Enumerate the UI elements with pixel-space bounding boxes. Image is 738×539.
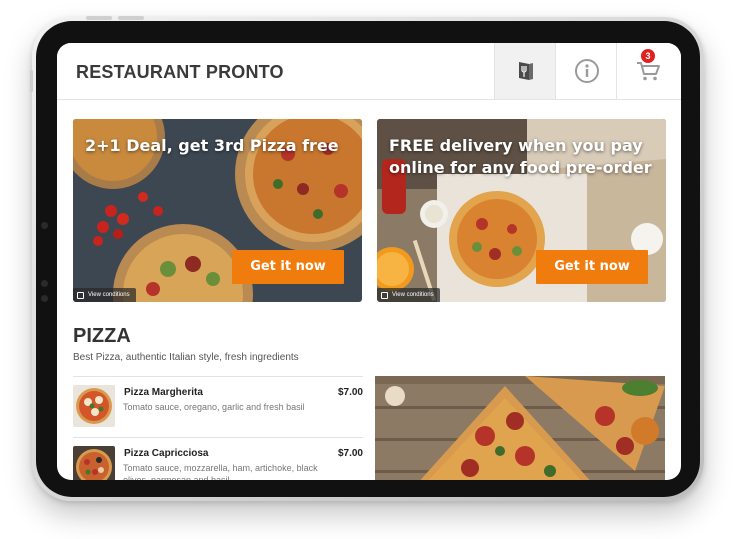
view-conditions-label: View conditions — [88, 292, 130, 298]
menu-book-icon — [518, 62, 533, 80]
view-conditions-link[interactable]: View conditions — [73, 288, 136, 302]
expand-icon — [381, 291, 388, 299]
app-title: RESTAURANT PRONTO — [76, 62, 284, 82]
info-button[interactable] — [555, 43, 617, 99]
pizza-slices-image — [375, 376, 665, 480]
promo-banner-delivery[interactable]: FREE delivery when you pay online for an… — [377, 119, 666, 302]
item-description: Tomato sauce, mozzarella, ham, artichoke… — [123, 463, 318, 480]
camera-dot — [41, 280, 48, 287]
item-description: Tomato sauce, oregano, garlic and fresh … — [123, 402, 305, 412]
pizza-margherita-image — [73, 385, 115, 427]
device-button — [118, 16, 144, 20]
device-button — [86, 16, 112, 20]
pizza-capricciosa-image — [73, 446, 115, 480]
item-thumbnail — [73, 446, 115, 480]
promo-banner-deal[interactable]: 2+1 Deal, get 3rd Pizza free Get it now … — [73, 119, 362, 302]
item-price: $7.00 — [337, 387, 363, 398]
item-price: $7.00 — [337, 448, 363, 459]
cart-count-badge: 3 — [641, 49, 655, 63]
app-screen: RESTAURANT PRONTO 3 2+1 Deal, get 3rd Pi… — [57, 43, 681, 480]
menu-button[interactable] — [494, 43, 556, 99]
section-subtitle: Best Pizza, authentic Italian style, fre… — [73, 352, 299, 363]
camera-dot — [41, 222, 48, 229]
item-thumbnail — [73, 385, 115, 427]
menu-item-margherita[interactable]: Pizza Margherita Tomato sauce, oregano, … — [73, 377, 363, 433]
camera-dot — [41, 295, 48, 302]
section-title: PIZZA — [73, 325, 131, 347]
item-name: Pizza Capricciosa — [124, 448, 209, 459]
pizza-feature-image — [375, 376, 665, 480]
banner-title: 2+1 Deal, get 3rd Pizza free — [85, 136, 339, 155]
expand-icon — [77, 291, 84, 299]
info-icon — [574, 59, 599, 83]
device-button — [30, 70, 33, 92]
app-header: RESTAURANT PRONTO 3 — [57, 43, 681, 100]
banner-title: FREE delivery when you pay online for an… — [389, 136, 652, 177]
get-it-now-button[interactable]: Get it now — [536, 250, 648, 284]
view-conditions-label: View conditions — [392, 292, 434, 298]
get-it-now-button[interactable]: Get it now — [232, 250, 344, 284]
item-name: Pizza Margherita — [124, 387, 203, 398]
view-conditions-link[interactable]: View conditions — [377, 288, 440, 302]
menu-item-capricciosa[interactable]: Pizza Capricciosa Tomato sauce, mozzarel… — [73, 438, 363, 480]
